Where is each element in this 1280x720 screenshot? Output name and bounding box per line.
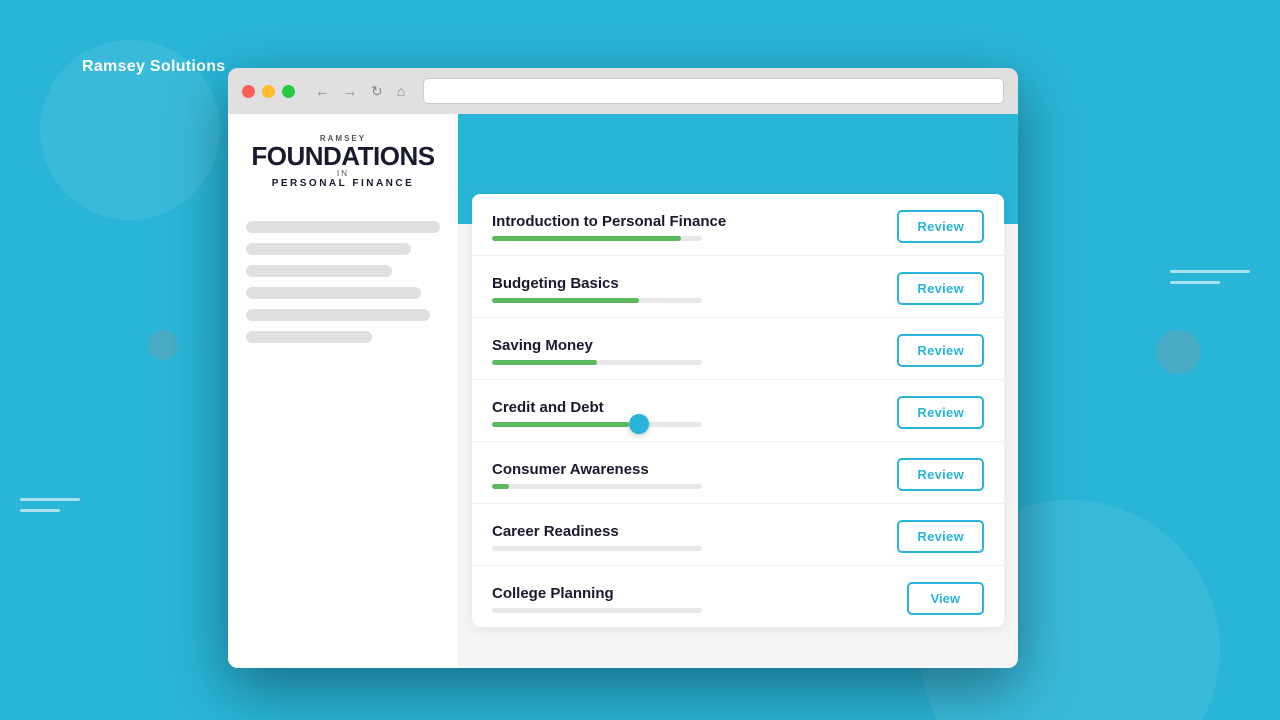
logo-area: RAMSEY FOUNDATIONS IN PERSONAL FINANCE: [246, 134, 440, 189]
course-title: Introduction to Personal Finance: [492, 213, 897, 230]
progress-track: [492, 360, 702, 365]
course-title: Budgeting Basics: [492, 275, 897, 292]
course-left: Consumer Awareness: [492, 461, 897, 489]
decorative-circle-right: [1156, 330, 1200, 374]
decorative-lines-left: [20, 498, 80, 520]
course-title: Consumer Awareness: [492, 461, 897, 478]
progress-track: [492, 298, 702, 303]
sidebar-skeleton: [246, 221, 440, 343]
progress-fill: [492, 236, 681, 241]
forward-button[interactable]: →: [339, 81, 361, 102]
logo-foundations: FOUNDATIONS: [246, 143, 440, 169]
reload-button[interactable]: ↻: [367, 81, 387, 102]
app-label: Ramsey Solutions: [82, 58, 226, 76]
progress-fill: [492, 298, 639, 303]
main-content: Introduction to Personal Finance Review …: [458, 114, 1018, 668]
browser-content: RAMSEY FOUNDATIONS IN PERSONAL FINANCE: [228, 114, 1018, 668]
course-item: Career Readiness Review: [472, 504, 1004, 566]
course-item: Saving Money Review: [472, 318, 1004, 380]
skeleton-bar: [246, 309, 430, 321]
logo-personal-finance: PERSONAL FINANCE: [246, 178, 440, 189]
progress-fill: [492, 360, 597, 365]
skeleton-bar: [246, 331, 372, 343]
course-title: College Planning: [492, 585, 907, 602]
course-left: Saving Money: [492, 337, 897, 365]
home-button[interactable]: ⌂: [393, 81, 409, 102]
course-item: Budgeting Basics Review: [472, 256, 1004, 318]
address-bar[interactable]: [423, 78, 1004, 104]
course-left: College Planning: [492, 585, 907, 613]
review-button-credit[interactable]: Review: [897, 396, 984, 429]
review-button-budgeting[interactable]: Review: [897, 272, 984, 305]
course-left: Career Readiness: [492, 523, 897, 551]
course-left: Credit and Debt: [492, 399, 897, 427]
course-left: Budgeting Basics: [492, 275, 897, 303]
sidebar: RAMSEY FOUNDATIONS IN PERSONAL FINANCE: [228, 114, 458, 668]
skeleton-bar: [246, 243, 411, 255]
skeleton-bar: [246, 265, 392, 277]
skeleton-bar: [246, 221, 440, 233]
nav-buttons: ← → ↻ ⌂: [311, 81, 409, 102]
progress-dot: [629, 414, 649, 434]
decorative-lines-right: [1170, 270, 1250, 292]
progress-fill: [492, 422, 629, 427]
course-left: Introduction to Personal Finance: [492, 213, 897, 241]
course-item: Consumer Awareness Review: [472, 442, 1004, 504]
progress-track: [492, 422, 702, 427]
progress-track: [492, 608, 702, 613]
course-title: Credit and Debt: [492, 399, 897, 416]
progress-fill: [492, 484, 509, 489]
review-button-consumer[interactable]: Review: [897, 458, 984, 491]
progress-track: [492, 546, 702, 551]
review-button-career[interactable]: Review: [897, 520, 984, 553]
review-button-saving[interactable]: Review: [897, 334, 984, 367]
view-button-college[interactable]: View: [907, 582, 984, 615]
course-title: Career Readiness: [492, 523, 897, 540]
skeleton-bar: [246, 287, 421, 299]
decorative-circle-left: [148, 330, 178, 360]
minimize-button[interactable]: [262, 85, 275, 98]
back-button[interactable]: ←: [311, 81, 333, 102]
review-button-intro[interactable]: Review: [897, 210, 984, 243]
maximize-button[interactable]: [282, 85, 295, 98]
progress-track: [492, 236, 702, 241]
browser-window: ← → ↻ ⌂ RAMSEY FOUNDATIONS IN PERSONAL F…: [228, 68, 1018, 668]
course-item: College Planning View: [472, 566, 1004, 627]
course-item: Credit and Debt Review: [472, 380, 1004, 442]
courses-list: Introduction to Personal Finance Review …: [472, 194, 1004, 627]
course-item: Introduction to Personal Finance Review: [472, 194, 1004, 256]
browser-chrome: ← → ↻ ⌂: [228, 68, 1018, 114]
close-button[interactable]: [242, 85, 255, 98]
progress-track: [492, 484, 702, 489]
course-title: Saving Money: [492, 337, 897, 354]
traffic-lights: [242, 85, 295, 98]
